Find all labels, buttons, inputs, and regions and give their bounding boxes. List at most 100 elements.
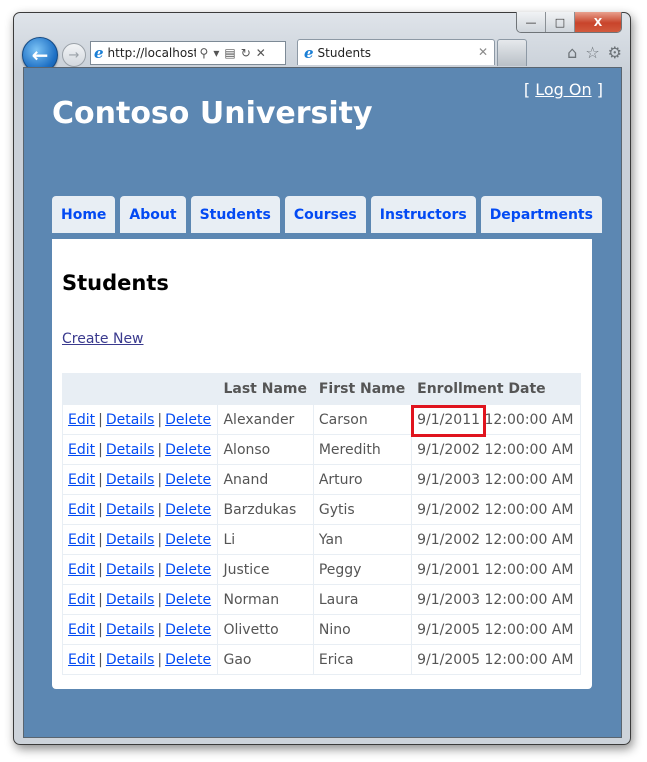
table-header-row: Last Name First Name Enrollment Date	[61, 373, 581, 405]
details-link[interactable]: Details	[106, 562, 155, 578]
row-actions: Edit | Details | Delete	[61, 554, 219, 585]
gear-icon[interactable]: ⚙	[608, 43, 622, 62]
enrollment-time-value: 12:00:00 AM	[484, 471, 574, 488]
cell-first-name: Nino	[312, 614, 413, 645]
enrollment-time-value: 12:00:00 AM	[484, 501, 574, 518]
menu-home[interactable]: Home	[52, 196, 116, 233]
cell-enrollment-date: 9/1/2005 12:00:00 AM	[411, 644, 581, 675]
delete-link[interactable]: Delete	[165, 592, 211, 608]
row-actions: Edit | Details | Delete	[61, 524, 219, 555]
menu-instructors[interactable]: Instructors	[370, 196, 476, 233]
separator: |	[157, 651, 163, 668]
delete-link[interactable]: Delete	[165, 472, 211, 488]
cell-last-name: Barzdukas	[217, 494, 314, 525]
details-link[interactable]: Details	[106, 532, 155, 548]
compatibility-view-icon[interactable]: ▤	[224, 46, 235, 60]
enrollment-time-value: 12:00:00 AM	[484, 531, 574, 548]
details-link[interactable]: Details	[106, 502, 155, 518]
menu-courses[interactable]: Courses	[284, 196, 366, 233]
menu-students[interactable]: Students	[190, 196, 280, 233]
delete-link[interactable]: Delete	[165, 652, 211, 668]
separator: |	[157, 411, 163, 428]
edit-link[interactable]: Edit	[68, 532, 95, 548]
separator: |	[98, 471, 103, 488]
cell-last-name: Gao	[217, 644, 314, 675]
row-actions: Edit | Details | Delete	[61, 644, 219, 675]
cell-last-name: Olivetto	[217, 614, 314, 645]
edit-link[interactable]: Edit	[68, 622, 95, 638]
table-row: Edit | Details | Delete Norman Laura 9/1/2003 1…	[61, 584, 581, 615]
edit-link[interactable]: Edit	[68, 502, 95, 518]
browser-navbar: ← → e http://localhost: ⚲ ▾ ▤ ↻ ✕ e Stud…	[22, 37, 622, 73]
edit-link[interactable]: Edit	[68, 592, 95, 608]
log-on-link[interactable]: Log On	[535, 80, 591, 99]
delete-link[interactable]: Delete	[165, 412, 211, 428]
dropdown-icon[interactable]: ▾	[213, 46, 219, 60]
cell-first-name: Gytis	[312, 494, 413, 525]
ie-logo-icon: e	[94, 44, 104, 62]
enrollment-date-value: 9/1/2002	[417, 531, 481, 548]
favorites-star-icon[interactable]: ☆	[585, 43, 599, 62]
browser-window: — □ X ← → e http://localhost: ⚲ ▾ ▤ ↻ ✕ …	[13, 12, 631, 745]
site-title: Contoso University	[52, 96, 373, 131]
edit-link[interactable]: Edit	[68, 412, 95, 428]
arrow-left-icon: ←	[31, 43, 49, 67]
page-viewport: [ Log On ] Contoso University Home About…	[23, 67, 622, 738]
refresh-icon[interactable]: ↻	[241, 46, 251, 60]
details-link[interactable]: Details	[106, 412, 155, 428]
home-icon[interactable]: ⌂	[567, 43, 577, 62]
delete-link[interactable]: Delete	[165, 532, 211, 548]
delete-link[interactable]: Delete	[165, 622, 211, 638]
cell-enrollment-date: 9/1/2001 12:00:00 AM	[411, 554, 581, 585]
enrollment-time-value: 12:00:00 AM	[484, 591, 574, 608]
edit-link[interactable]: Edit	[68, 562, 95, 578]
ie-logo-icon: e	[304, 43, 314, 62]
details-link[interactable]: Details	[106, 472, 155, 488]
tab-close-icon[interactable]: ✕	[478, 45, 488, 59]
arrow-right-icon: →	[68, 47, 80, 63]
row-actions: Edit | Details | Delete	[61, 434, 219, 465]
table-row: Edit | Details | Delete Barzdukas Gytis 9/1/200…	[61, 494, 581, 525]
edit-link[interactable]: Edit	[68, 442, 95, 458]
header-enrollment-date[interactable]: Enrollment Date	[411, 373, 581, 405]
delete-link[interactable]: Delete	[165, 562, 211, 578]
separator: |	[98, 621, 103, 638]
separator: |	[98, 561, 103, 578]
details-link[interactable]: Details	[106, 622, 155, 638]
header-last-name[interactable]: Last Name	[217, 373, 314, 405]
new-tab-button[interactable]	[497, 39, 527, 66]
details-link[interactable]: Details	[106, 442, 155, 458]
main-menu: Home About Students Courses Instructors …	[52, 196, 602, 233]
delete-link[interactable]: Delete	[165, 442, 211, 458]
close-button[interactable]: X	[575, 12, 621, 32]
window-controls: — □ X	[516, 12, 622, 33]
details-link[interactable]: Details	[106, 652, 155, 668]
header-first-name[interactable]: First Name	[312, 373, 413, 405]
row-actions: Edit | Details | Delete	[61, 584, 219, 615]
tab-students[interactable]: e Students ✕	[297, 39, 495, 65]
address-bar[interactable]: e http://localhost: ⚲ ▾ ▤ ↻ ✕	[90, 41, 286, 65]
stop-icon[interactable]: ✕	[256, 46, 266, 60]
menu-departments[interactable]: Departments	[480, 196, 602, 233]
main-content: Students Create New Last Name First Name…	[52, 239, 592, 689]
delete-link[interactable]: Delete	[165, 502, 211, 518]
cell-first-name: Laura	[312, 584, 413, 615]
edit-link[interactable]: Edit	[68, 652, 95, 668]
minimize-button[interactable]: —	[517, 12, 546, 32]
forward-button[interactable]: →	[62, 43, 86, 67]
address-url[interactable]: http://localhost:	[108, 46, 196, 60]
maximize-button[interactable]: □	[546, 12, 575, 32]
details-link[interactable]: Details	[106, 592, 155, 608]
header-actions	[61, 373, 219, 405]
separator: |	[157, 591, 163, 608]
search-icon[interactable]: ⚲	[200, 46, 209, 60]
cell-first-name: Carson	[312, 404, 413, 435]
cell-first-name: Erica	[312, 644, 413, 675]
cell-enrollment-date: 9/1/2002 12:00:00 AM	[411, 434, 581, 465]
cell-last-name: Li	[217, 524, 314, 555]
edit-link[interactable]: Edit	[68, 472, 95, 488]
row-actions: Edit | Details | Delete	[61, 614, 219, 645]
create-new-link[interactable]: Create New	[62, 331, 144, 347]
menu-about[interactable]: About	[120, 196, 186, 233]
cell-last-name: Justice	[217, 554, 314, 585]
